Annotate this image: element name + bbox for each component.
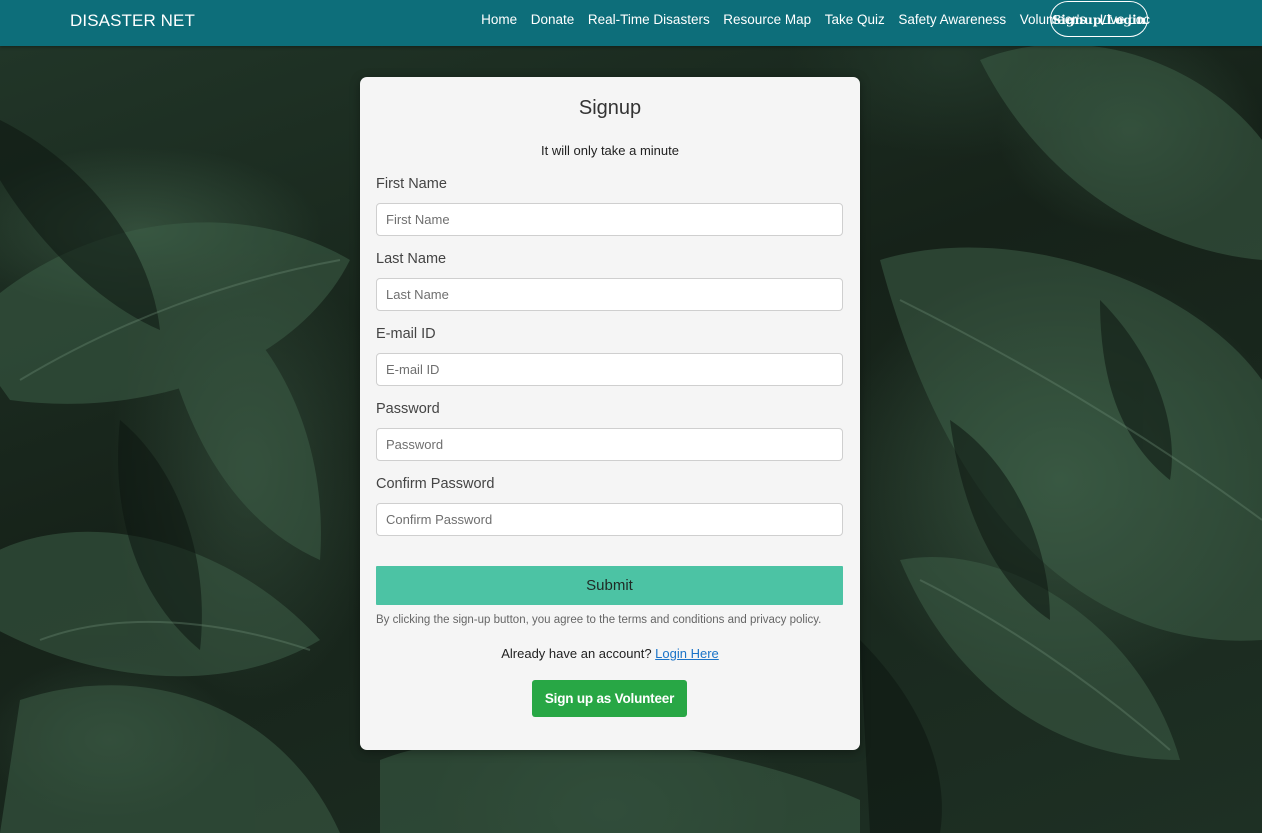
- top-navbar: DISASTER NET Home Donate Real-Time Disas…: [0, 0, 1262, 46]
- brand-logo-text[interactable]: DISASTER NET: [70, 11, 195, 31]
- form-subtitle: It will only take a minute: [540, 143, 679, 158]
- password-label: Password: [376, 401, 440, 417]
- signup-form-card: Signup It will only take a minute First …: [360, 77, 860, 750]
- first-name-label: First Name: [376, 176, 447, 192]
- password-input[interactable]: [376, 428, 843, 461]
- nav-link-real-time-disasters[interactable]: Real-Time Disasters: [588, 12, 710, 27]
- terms-notice: By clicking the sign-up button, you agre…: [376, 614, 822, 626]
- login-prompt-line: Already have an account? Login Here: [360, 646, 860, 661]
- signup-login-button[interactable]: Signup/Login: [1050, 1, 1148, 37]
- login-prompt-text: Already have an account?: [501, 646, 652, 661]
- email-label: E-mail ID: [376, 326, 436, 342]
- submit-button[interactable]: Submit: [376, 566, 843, 605]
- confirm-password-label: Confirm Password: [376, 476, 495, 492]
- confirm-password-input[interactable]: [376, 503, 843, 536]
- form-title: Signup: [578, 97, 642, 119]
- nav-link-safety-awareness[interactable]: Safety Awareness: [898, 12, 1006, 27]
- login-here-link[interactable]: Login Here: [655, 646, 719, 661]
- first-name-input[interactable]: [376, 203, 843, 236]
- last-name-label: Last Name: [376, 251, 447, 267]
- nav-link-resource-map[interactable]: Resource Map: [723, 12, 811, 27]
- nav-link-home[interactable]: Home: [481, 12, 517, 27]
- signup-volunteer-button[interactable]: Sign up as Volunteer: [532, 680, 687, 717]
- nav-link-donate[interactable]: Donate: [531, 12, 575, 27]
- email-input[interactable]: [376, 353, 843, 386]
- last-name-input[interactable]: [376, 278, 843, 311]
- nav-link-take-quiz[interactable]: Take Quiz: [825, 12, 885, 27]
